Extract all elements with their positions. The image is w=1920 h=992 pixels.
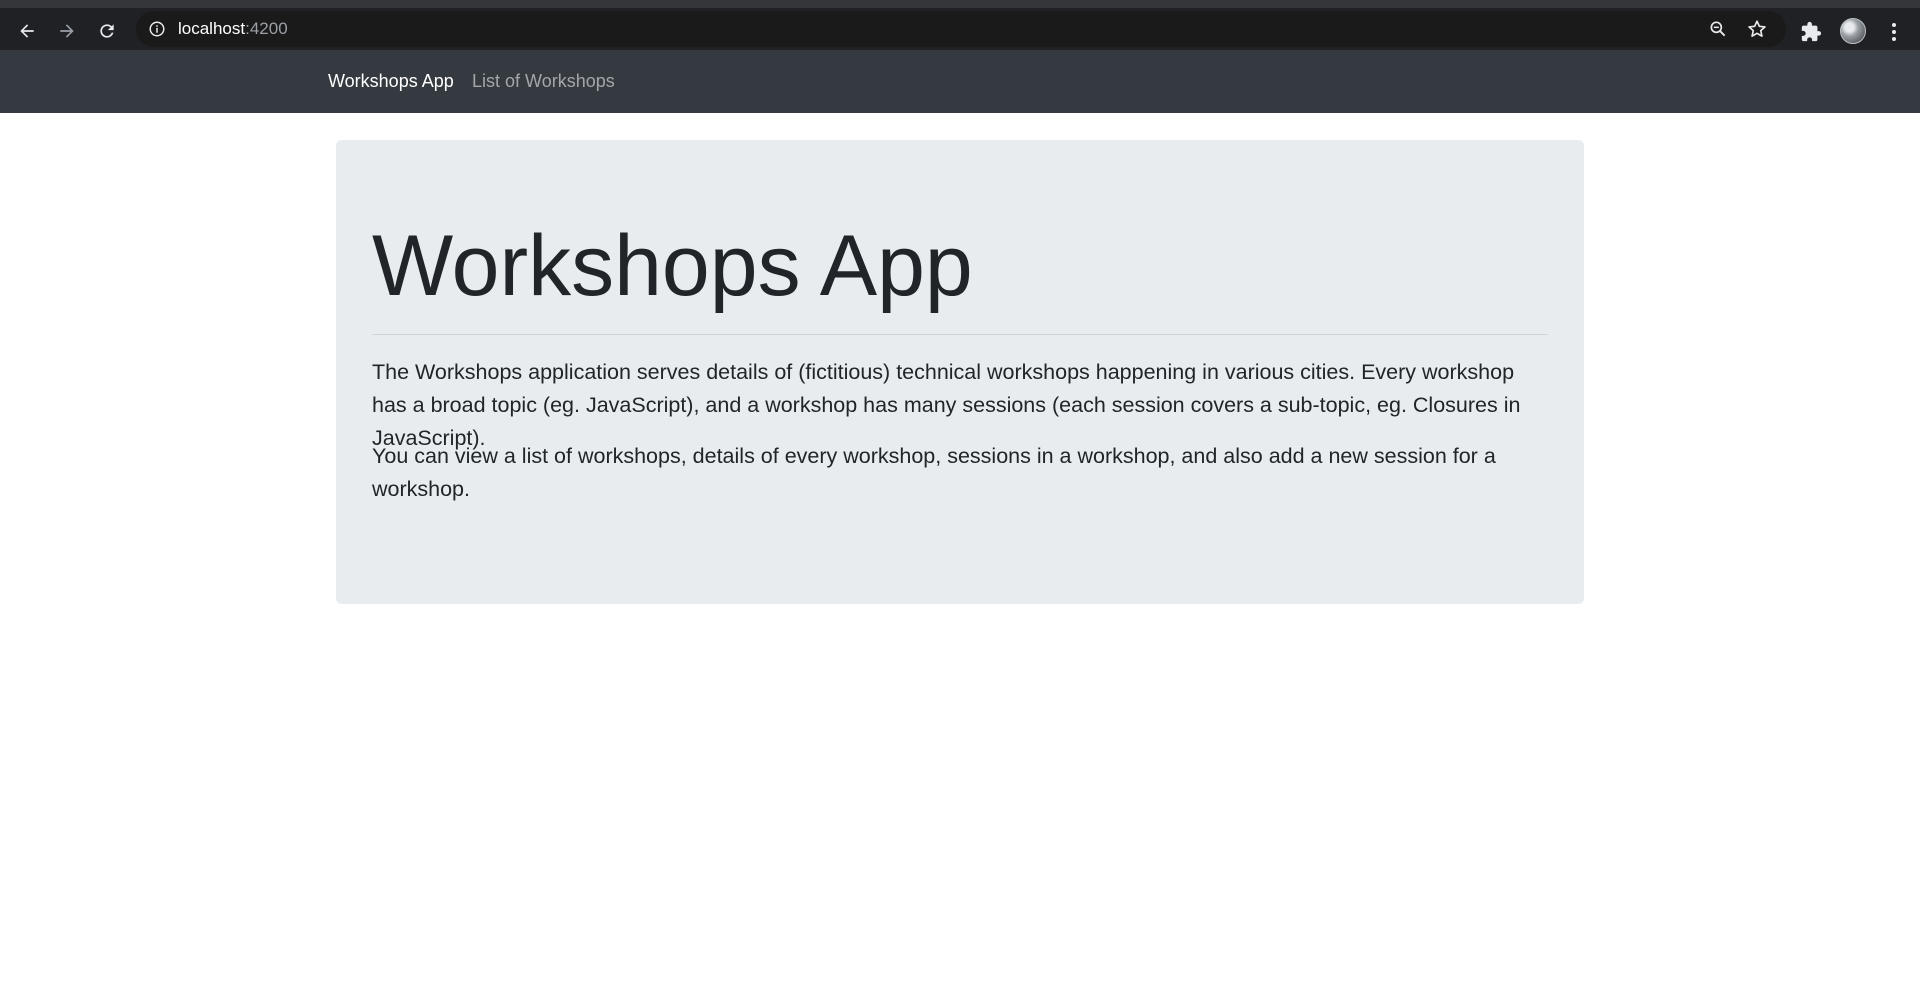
back-button[interactable] — [12, 16, 42, 46]
jumbotron: Workshops App The Workshops application … — [336, 140, 1584, 604]
avatar[interactable] — [1840, 18, 1866, 44]
app-navbar: Workshops App List of Workshops — [0, 50, 1920, 113]
page-title: Workshops App — [372, 218, 973, 314]
browser-toolbar: localhost:4200 — [0, 0, 1920, 50]
zoom-icon[interactable] — [1708, 19, 1728, 39]
url-text[interactable]: localhost:4200 — [178, 19, 288, 39]
reload-button[interactable] — [92, 16, 122, 46]
kebab-menu-icon[interactable] — [1884, 21, 1904, 43]
info-icon[interactable] — [148, 20, 166, 38]
reload-icon — [100, 24, 114, 38]
divider — [372, 334, 1548, 335]
nav-link-list-of-workshops[interactable]: List of Workshops — [472, 70, 615, 92]
url-port: :4200 — [245, 19, 288, 38]
puzzle-icon[interactable] — [1800, 21, 1822, 43]
address-bar[interactable]: localhost:4200 — [136, 11, 1786, 47]
url-host: localhost — [178, 19, 246, 38]
forward-button[interactable] — [52, 16, 82, 46]
arrow-left-icon — [20, 24, 34, 38]
features-paragraph: You can view a list of workshops, detail… — [372, 444, 1496, 501]
navbar-brand[interactable]: Workshops App — [328, 70, 454, 92]
star-icon[interactable] — [1746, 18, 1768, 40]
arrow-right-icon — [60, 24, 74, 38]
